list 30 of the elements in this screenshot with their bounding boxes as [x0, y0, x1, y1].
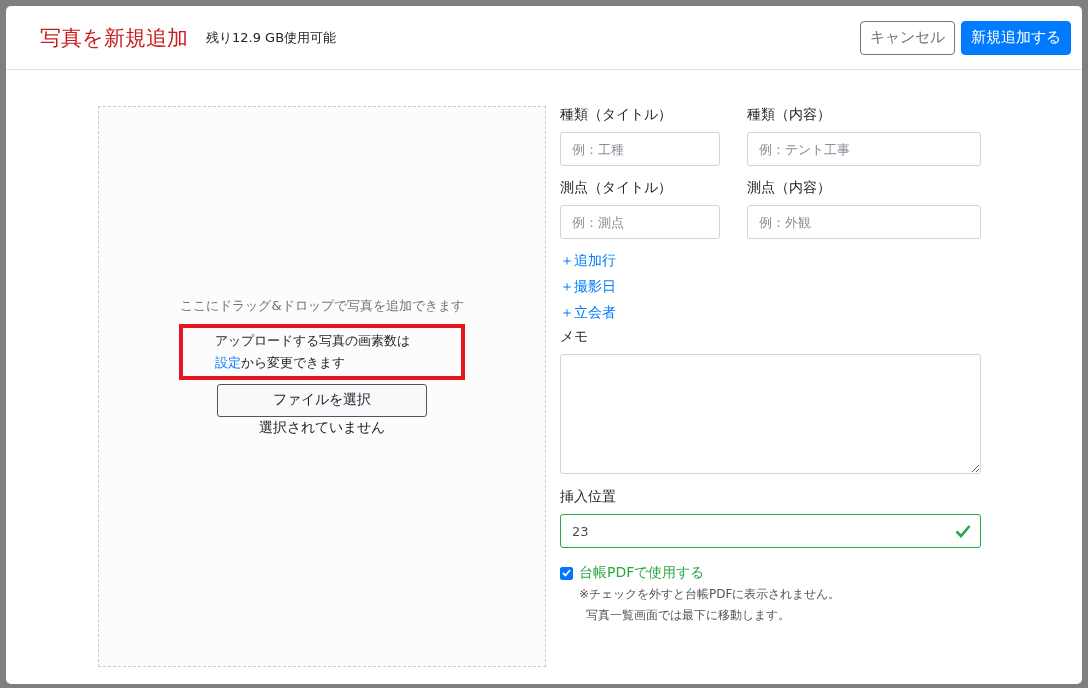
pdf-checkbox[interactable] [560, 566, 573, 580]
input-field[interactable]: 例：工種 [560, 132, 720, 166]
file-select-button[interactable]: ファイルを選択 [217, 383, 427, 417]
submit-button[interactable]: 新規追加する [961, 20, 1071, 55]
drop-zone[interactable]: ここにドラッグ&ドロップで写真を追加できます アップロードする写真の画素数は 設定から変更できます ファイルを選択 選択されていません [98, 106, 546, 667]
pdf-note: ※チェックを外すと台帳PDFに表示されません。 [579, 586, 842, 603]
cancel-button[interactable]: キャンセル [860, 20, 955, 55]
field-label: 種類（タイトル） [560, 106, 673, 124]
add-field-link[interactable]: ＋立会者 [560, 304, 616, 322]
settings-note: アップロードする写真の画素数は 設定から変更できます [179, 323, 465, 380]
modal-title: 写真を新規追加 [40, 24, 188, 52]
check-icon [955, 524, 971, 538]
drop-hint: ここにドラッグ&ドロップで写真を追加できます [180, 296, 464, 315]
field-label: 種類（内容） [747, 106, 832, 124]
input-field[interactable]: 例：テント工事 [747, 132, 981, 166]
pdf-note: 写真一覧画面では最下に移動します。 [586, 607, 791, 624]
memo-field[interactable] [560, 354, 981, 474]
add-field-link[interactable]: ＋追加行 [560, 252, 616, 270]
storage-remaining: 残り12.9 GB使用可能 [206, 28, 338, 47]
position-label: 挿入位置 [560, 488, 617, 506]
input-field[interactable]: 例：外観 [747, 205, 981, 239]
settings-link[interactable]: 設定 [215, 354, 241, 370]
add-field-link[interactable]: ＋撮影日 [560, 278, 616, 296]
field-label: 測点（タイトル） [560, 179, 673, 197]
position-field[interactable]: 23 [560, 514, 981, 548]
file-status: 選択されていません [259, 418, 385, 437]
field-label: 測点（内容） [747, 179, 832, 197]
input-field[interactable]: 例：測点 [560, 205, 720, 239]
memo-label: メモ [560, 328, 589, 346]
checkbox-label[interactable]: 台帳PDFで使用する [579, 564, 705, 582]
